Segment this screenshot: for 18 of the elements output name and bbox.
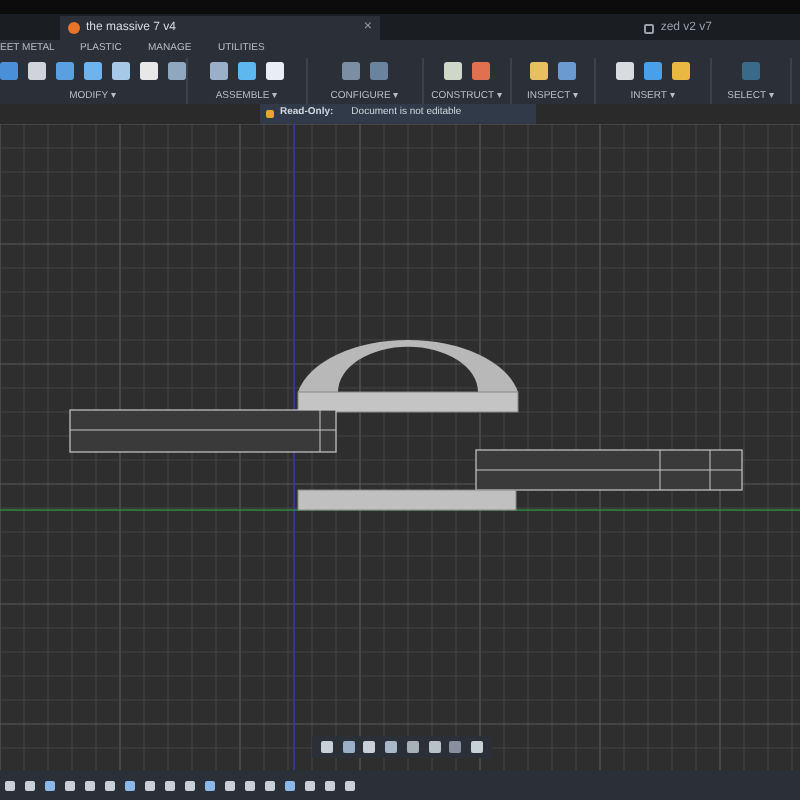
tool-icon[interactable] xyxy=(264,60,286,82)
tool-icon[interactable] xyxy=(614,60,636,82)
file-icon xyxy=(68,22,80,34)
tool-icon[interactable] xyxy=(166,60,188,82)
tool-icon[interactable] xyxy=(26,60,48,82)
tool-icon[interactable] xyxy=(236,60,258,82)
tool-icon[interactable] xyxy=(82,60,104,82)
tool-icon[interactable] xyxy=(642,60,664,82)
tool-icon[interactable] xyxy=(442,60,464,82)
tool-icon[interactable] xyxy=(556,60,578,82)
lock-icon xyxy=(266,110,274,118)
tool-icon[interactable] xyxy=(208,60,230,82)
tool-icon[interactable] xyxy=(528,60,550,82)
tool-icon[interactable] xyxy=(138,60,160,82)
tool-icon[interactable] xyxy=(110,60,132,82)
lock-icon xyxy=(644,23,655,33)
tool-icon[interactable] xyxy=(670,60,692,82)
tool-icon[interactable] xyxy=(54,60,76,82)
